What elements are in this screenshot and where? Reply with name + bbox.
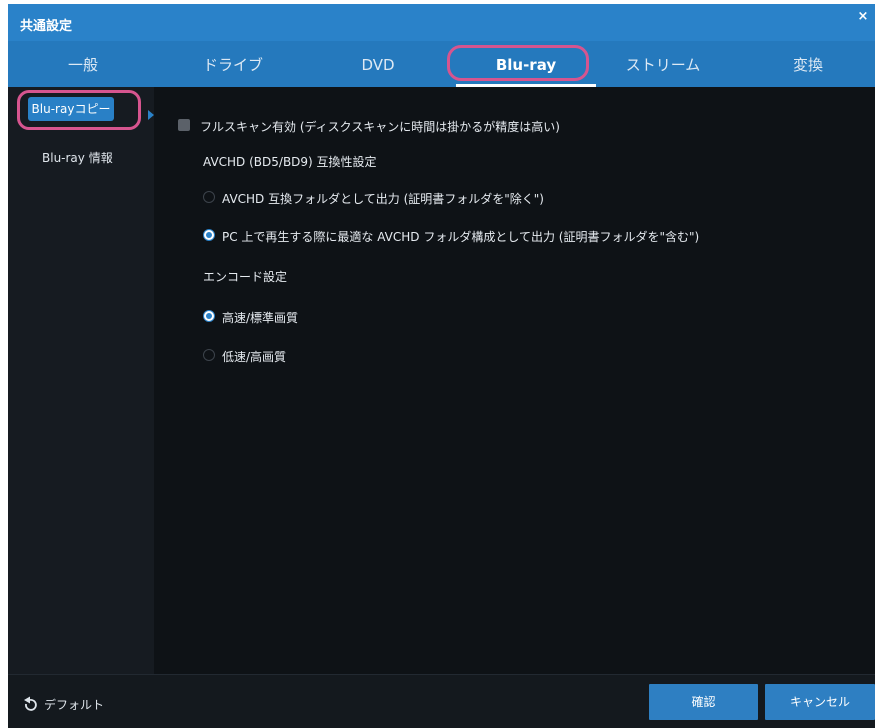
full-scan-label: フルスキャン有効 (ディスクスキャンに時間は掛かるが精度は高い)	[200, 120, 560, 134]
avchd-exclude-label: AVCHD 互換フォルダとして出力 (証明書フォルダを"除く")	[222, 192, 544, 206]
cancel-button[interactable]: キャンセル	[765, 684, 875, 720]
dialog-title: 共通設定	[20, 19, 73, 34]
encode-fast-radio[interactable]	[203, 310, 215, 322]
sidebar-item-bluray-copy[interactable]: Blu-rayコピー	[8, 95, 154, 125]
title-bar: 共通設定 ×	[8, 4, 875, 41]
encode-slow-radio[interactable]	[203, 349, 215, 361]
tab-general[interactable]: 一般	[18, 41, 148, 87]
sidebar-item-label: Blu-rayコピー	[28, 97, 114, 121]
settings-panel: フルスキャン有効 (ディスクスキャンに時間は掛かるが精度は高い) AVCHD (…	[154, 87, 875, 674]
settings-dialog: 共通設定 × 一般 ドライブ DVD Blu-ray ストリーム 変換 Blu-…	[8, 4, 875, 728]
avchd-include-radio[interactable]	[203, 229, 215, 241]
sidebar: Blu-rayコピー Blu-ray 情報	[8, 87, 154, 674]
avchd-exclude-radio[interactable]	[203, 191, 215, 203]
default-label: デフォルト	[44, 698, 105, 712]
tab-drive[interactable]: ドライブ	[168, 41, 298, 87]
encode-fast-label: 高速/標準画質	[222, 311, 299, 325]
tab-bluray[interactable]: Blu-ray	[456, 41, 596, 87]
tab-dvd[interactable]: DVD	[313, 41, 443, 87]
tab-stream[interactable]: ストリーム	[598, 41, 728, 87]
full-scan-checkbox[interactable]	[178, 119, 190, 131]
encode-heading: エンコード設定	[203, 270, 288, 284]
encode-slow-label: 低速/高画質	[222, 350, 287, 364]
avchd-include-label: PC 上で再生する際に最適な AVCHD フォルダ構成として出力 (証明書フォル…	[222, 230, 700, 244]
close-icon[interactable]: ×	[855, 9, 871, 25]
tab-convert[interactable]: 変換	[743, 41, 873, 87]
sidebar-item-bluray-info[interactable]: Blu-ray 情報	[8, 143, 154, 173]
sidebar-item-label: Blu-ray 情報	[42, 151, 113, 165]
footer-bar: デフォルト 確認 キャンセル	[8, 674, 875, 728]
confirm-button[interactable]: 確認	[649, 684, 758, 720]
avchd-heading: AVCHD (BD5/BD9) 互換性設定	[203, 155, 377, 169]
tab-bar: 一般 ドライブ DVD Blu-ray ストリーム 変換	[8, 41, 875, 87]
reset-icon	[24, 696, 37, 711]
